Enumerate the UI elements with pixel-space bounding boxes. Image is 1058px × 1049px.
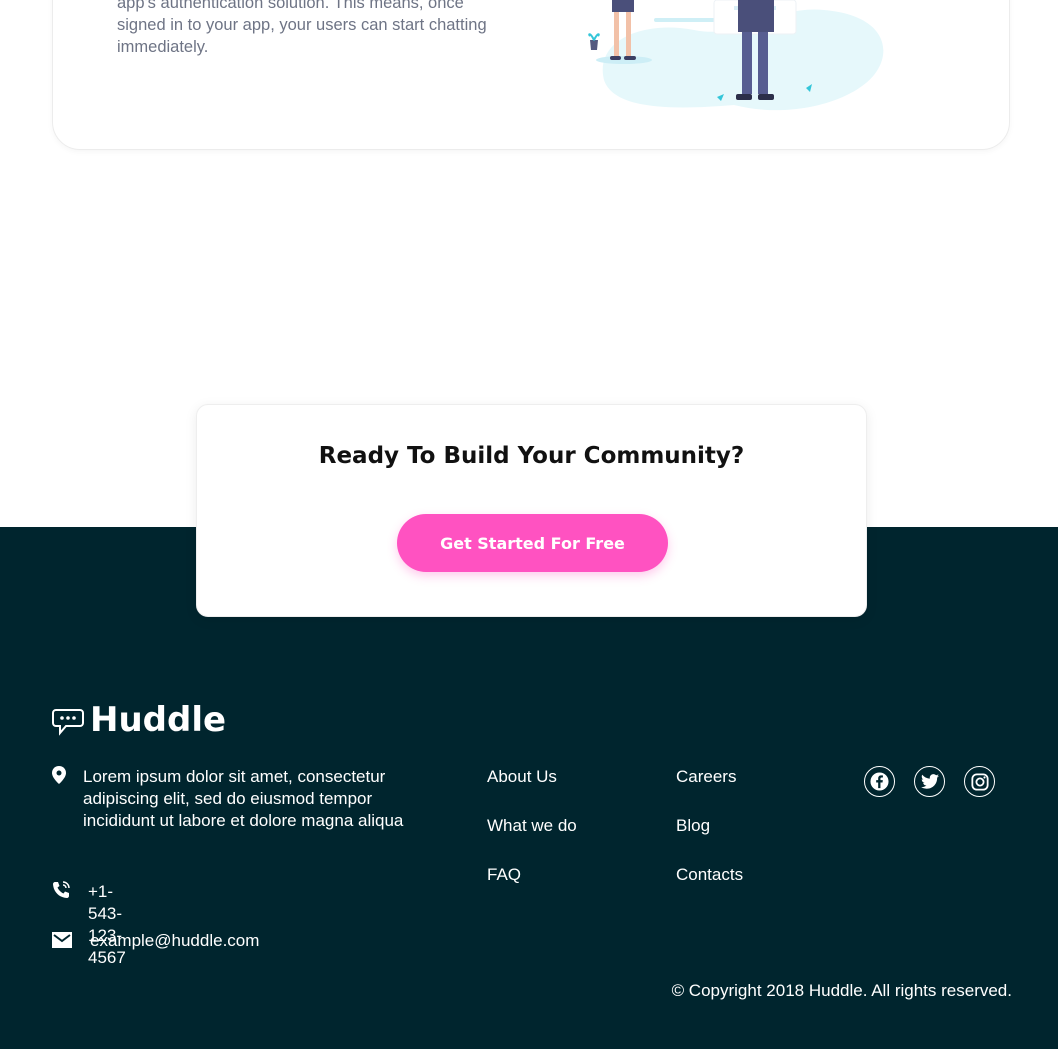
phone-icon: [53, 881, 70, 898]
link-what-we-do[interactable]: What we do: [487, 816, 577, 836]
footer-logo[interactable]: Huddle: [90, 700, 226, 740]
link-about-us[interactable]: About Us: [487, 767, 557, 787]
facebook-button[interactable]: [864, 766, 895, 797]
email-text[interactable]: example@huddle.com: [90, 930, 259, 952]
cta-title: Ready To Build Your Community?: [318, 443, 745, 469]
phone-text[interactable]: +1-543-123-4567: [88, 881, 126, 969]
link-careers[interactable]: Careers: [676, 767, 736, 787]
link-contacts[interactable]: Contacts: [676, 865, 743, 885]
address-text: Lorem ipsum dolor sit amet, consectetur …: [83, 767, 404, 830]
instagram-icon: [970, 772, 989, 791]
copyright-text: © Copyright 2018 Huddle. All rights rese…: [671, 981, 1012, 1000]
link-faq[interactable]: FAQ: [487, 865, 521, 885]
get-started-button[interactable]: Get Started For Free: [397, 514, 668, 572]
location-pin-icon: [52, 766, 66, 784]
instagram-button[interactable]: [964, 766, 995, 797]
email-icon: [52, 932, 72, 948]
link-blog[interactable]: Blog: [676, 816, 710, 836]
cta-card: Ready To Build Your Community? Get Start…: [196, 404, 867, 617]
facebook-icon: [870, 772, 889, 791]
twitter-button[interactable]: [914, 766, 945, 797]
chat-bubble-icon: [52, 709, 84, 736]
twitter-icon: [920, 774, 939, 789]
people-chatting-illustration: [588, 0, 884, 111]
feature-description: app's authentication solution. This mean…: [117, 0, 487, 56]
